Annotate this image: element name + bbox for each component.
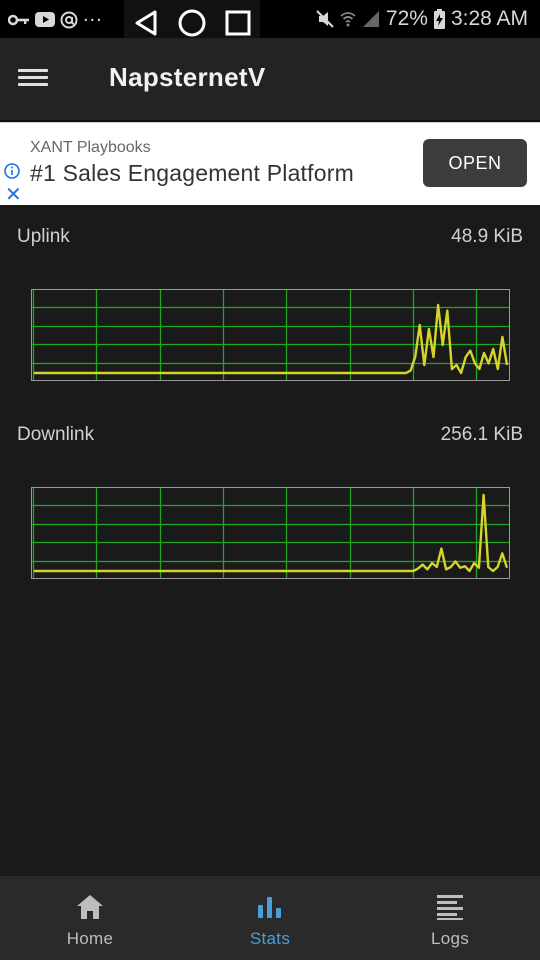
uplink-throughput-line — [34, 303, 509, 375]
ad-close-icon[interactable]: ✕ — [5, 184, 22, 204]
status-system: 72% 3:28 AM — [316, 7, 528, 31]
status-bar: ... 72% 3:28 AM — [0, 0, 540, 46]
uplink-graph-svg — [31, 289, 510, 381]
ad-open-button[interactable]: OPEN — [423, 139, 527, 187]
nav-logs[interactable]: Logs — [360, 876, 540, 960]
downlink-throughput-line — [34, 493, 509, 573]
hamburger-menu-icon[interactable] — [18, 65, 50, 93]
app-title: NapsternetV — [109, 62, 266, 92]
stats-icon — [257, 892, 283, 922]
uplink-graph-frame — [31, 289, 510, 381]
clock: 3:28 AM — [450, 7, 528, 30]
ad-advertiser: XANT Playbooks — [30, 139, 151, 156]
battery-percent: 72% — [385, 7, 428, 30]
back-icon[interactable] — [133, 10, 159, 36]
downlink-graph-svg — [31, 487, 510, 579]
signal-icon — [362, 10, 380, 28]
downlink-value: 256.1 KiB — [440, 424, 523, 445]
wifi-icon — [340, 10, 356, 28]
downlink-label: Downlink — [17, 424, 95, 445]
nav-home-label: Home — [66, 929, 114, 948]
battery-icon — [433, 9, 445, 29]
nav-logs-label: Logs — [430, 929, 470, 948]
nav-stats[interactable]: Stats — [180, 876, 360, 960]
app-bar: NapsternetV — [0, 38, 540, 120]
key-icon — [8, 13, 30, 27]
uplink-value: 48.9 KiB — [451, 226, 523, 247]
uplink-label: Uplink — [17, 226, 70, 247]
downlink-graph — [31, 487, 510, 579]
ad-banner[interactable]: XANT Playbooks ✕ #1 Sales Engagement Pla… — [0, 122, 540, 205]
more-notifications: ... — [83, 4, 103, 26]
status-notifications: ... — [8, 4, 103, 31]
bottom-navigation: Home Stats Logs — [0, 876, 540, 960]
youtube-icon — [35, 12, 55, 27]
logs-icon — [436, 892, 464, 922]
ad-info-icon[interactable] — [4, 163, 20, 179]
ad-headline[interactable]: #1 Sales Engagement Platform — [30, 160, 354, 187]
home-circle-icon[interactable] — [178, 9, 206, 37]
home-icon — [76, 892, 104, 922]
mute-icon — [316, 10, 334, 28]
nav-home[interactable]: Home — [0, 876, 180, 960]
recents-icon[interactable] — [225, 10, 251, 36]
at-icon — [60, 11, 78, 29]
nav-stats-label: Stats — [249, 929, 291, 948]
uplink-graph — [31, 289, 510, 381]
